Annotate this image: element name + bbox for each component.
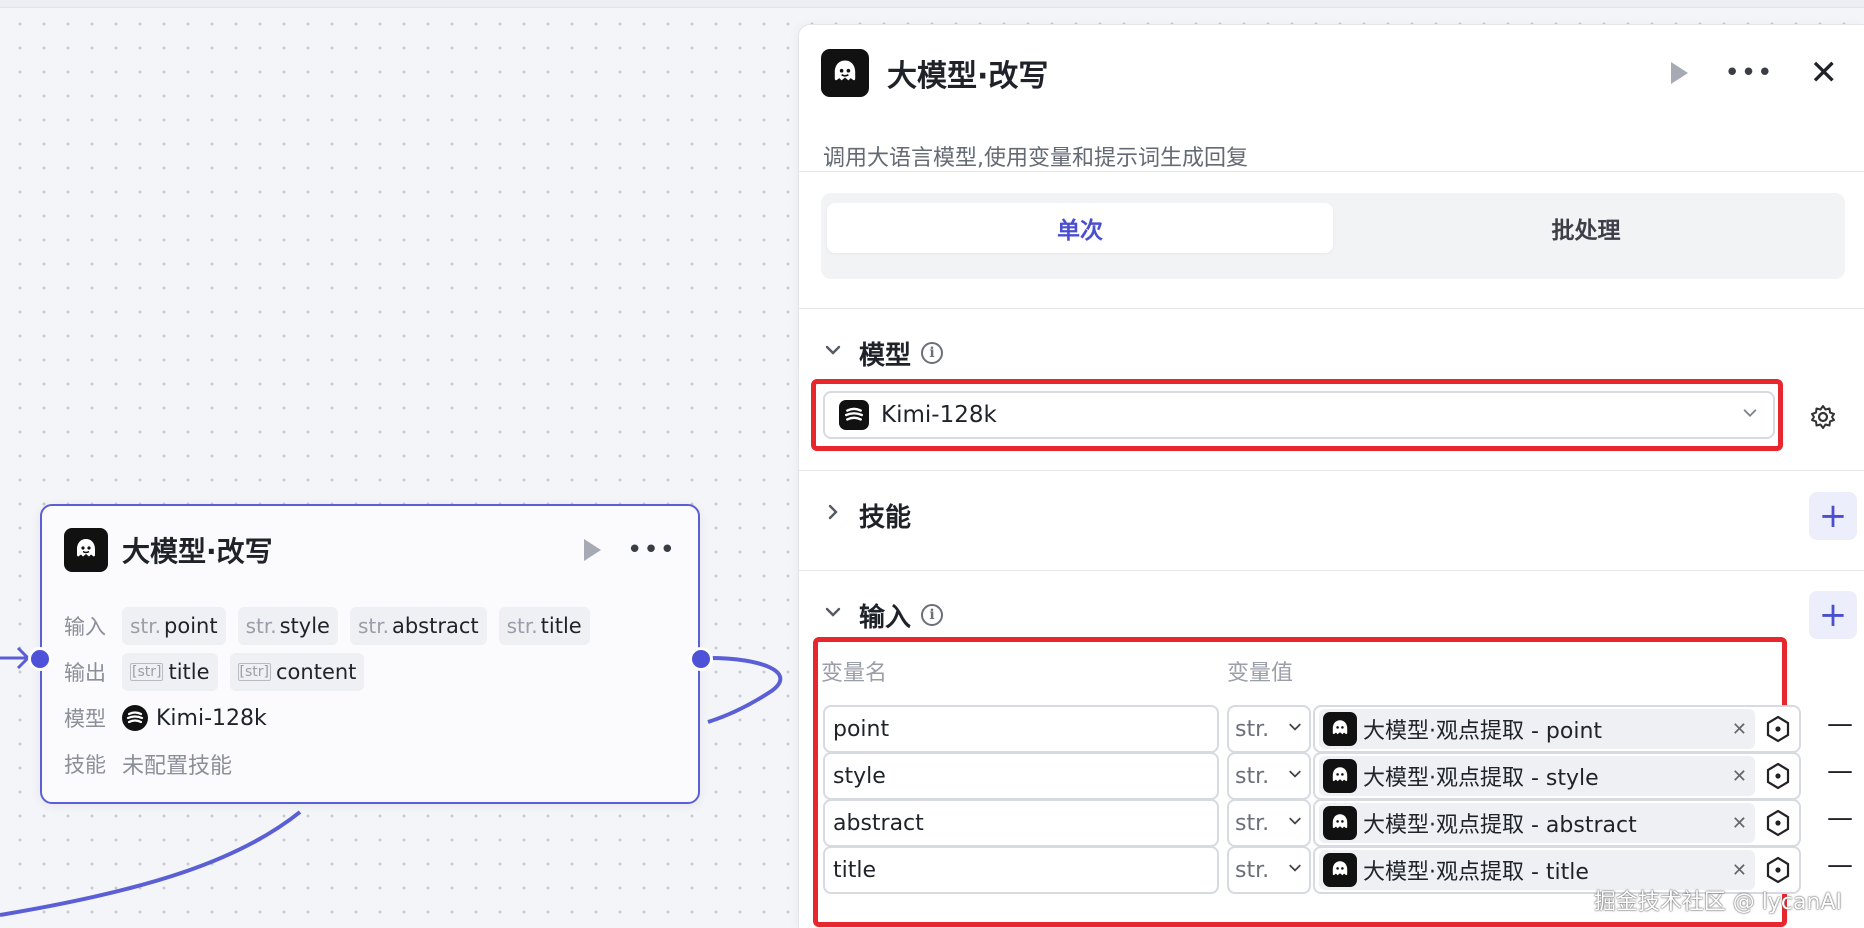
variable-type-select[interactable]: str. xyxy=(1227,799,1311,847)
info-icon[interactable]: i xyxy=(921,604,944,626)
variable-picker-icon[interactable] xyxy=(1763,855,1793,885)
variable-type-select[interactable]: str. xyxy=(1227,752,1311,800)
remove-variable-button[interactable]: — xyxy=(1827,803,1853,833)
model-select-value: Kimi-128k xyxy=(881,402,997,428)
remove-variable-button[interactable]: — xyxy=(1827,850,1853,880)
variable-name-input[interactable]: title xyxy=(823,846,1219,894)
divider xyxy=(799,570,1864,571)
add-input-button[interactable]: + xyxy=(1809,591,1857,639)
panel-more-icon[interactable]: ••• xyxy=(1724,60,1773,86)
llm-ghost-icon xyxy=(1323,712,1357,746)
remove-variable-button[interactable]: — xyxy=(1827,756,1853,786)
panel-description: 调用大语言模型,使用变量和提示词生成回复 xyxy=(823,146,1248,171)
llm-ghost-icon xyxy=(1323,853,1357,887)
variable-name-input[interactable]: abstract xyxy=(823,799,1219,847)
model-settings-gear-icon[interactable] xyxy=(1809,403,1837,435)
kimi-icon xyxy=(122,705,148,731)
panel-run-icon[interactable] xyxy=(1671,62,1689,84)
column-header-value: 变量值 xyxy=(1227,661,1294,686)
node-header: 大模型·改写 ••• xyxy=(64,528,676,572)
clear-reference-icon[interactable]: ✕ xyxy=(1732,860,1747,881)
info-icon[interactable]: i xyxy=(921,342,944,364)
panel-header: 大模型·改写 ••• ✕ xyxy=(821,49,1844,97)
close-icon[interactable]: ✕ xyxy=(1810,56,1839,90)
node-run-icon[interactable] xyxy=(583,539,601,561)
remove-variable-button[interactable]: — xyxy=(1827,709,1853,739)
column-header-name: 变量名 xyxy=(821,661,888,686)
chevron-down-icon xyxy=(1741,404,1759,427)
node-skill-value: 未配置技能 xyxy=(122,754,233,779)
variable-row: point str. 大模型·观点提取 - point ✕ — xyxy=(823,705,1853,753)
reference-text: 大模型·观点提取 - point xyxy=(1363,719,1603,744)
variable-reference-field[interactable]: 大模型·观点提取 - abstract ✕ xyxy=(1313,799,1801,847)
variable-picker-icon[interactable] xyxy=(1763,714,1793,744)
skill-label: 技能 xyxy=(64,753,106,777)
llm-ghost-icon xyxy=(1323,759,1357,793)
reference-chip: 大模型·观点提取 - style ✕ xyxy=(1319,756,1755,796)
divider xyxy=(799,308,1864,309)
node-outputs-row: 输出 [str] title [str] content xyxy=(64,652,376,692)
reference-text: 大模型·观点提取 - title xyxy=(1363,860,1589,885)
variable-row: abstract str. 大模型·观点提取 - abstract ✕ — xyxy=(823,799,1853,847)
node-skill-row: 技能 未配置技能 xyxy=(64,744,232,784)
reference-text: 大模型·观点提取 - style xyxy=(1363,766,1599,791)
input-tag: str. title xyxy=(498,607,590,645)
chevron-right-icon[interactable] xyxy=(823,502,853,528)
divider xyxy=(799,470,1864,471)
clear-reference-icon[interactable]: ✕ xyxy=(1732,719,1747,740)
variable-reference-field[interactable]: 大模型·观点提取 - style ✕ xyxy=(1313,752,1801,800)
watermark: 掘金技术社区 @ lycanAI xyxy=(1593,890,1842,915)
input-tag: str. abstract xyxy=(349,607,487,645)
outputs-label: 输出 xyxy=(64,661,106,685)
divider xyxy=(799,171,1864,172)
variable-row: style str. 大模型·观点提取 - style ✕ — xyxy=(823,752,1853,800)
variable-picker-icon[interactable] xyxy=(1763,808,1793,838)
panel-title: 大模型·改写 xyxy=(887,59,1049,94)
node-more-icon[interactable]: ••• xyxy=(627,537,676,563)
add-skill-button[interactable]: + xyxy=(1809,492,1857,540)
chevron-down-icon[interactable] xyxy=(823,602,853,628)
node-input-port[interactable] xyxy=(28,647,52,671)
input-section-title: 输入 xyxy=(859,602,912,633)
output-tag: [str] content xyxy=(229,653,365,691)
model-label: 模型 xyxy=(64,707,106,731)
llm-ghost-icon xyxy=(1323,806,1357,840)
run-mode-tabs: 单次 批处理 xyxy=(821,193,1845,279)
variable-name-input[interactable]: style xyxy=(823,752,1219,800)
output-tag: [str] title xyxy=(122,653,218,691)
tab-batch[interactable]: 批处理 xyxy=(1333,203,1839,253)
llm-ghost-icon xyxy=(821,49,869,97)
model-section-title: 模型 xyxy=(859,340,912,371)
reference-text: 大模型·观点提取 - abstract xyxy=(1363,813,1637,838)
reference-chip: 大模型·观点提取 - point ✕ xyxy=(1319,709,1755,749)
model-section-header[interactable]: 模型 i xyxy=(823,333,944,373)
node-config-panel: 大模型·改写 ••• ✕ 调用大语言模型,使用变量和提示词生成回复 单次 批处理… xyxy=(798,24,1864,928)
llm-node-card[interactable]: 大模型·改写 ••• 输入 str. point str. style str. ab… xyxy=(28,504,713,804)
node-model-name: Kimi-128k xyxy=(156,705,267,731)
clear-reference-icon[interactable]: ✕ xyxy=(1732,766,1747,787)
variable-reference-field[interactable]: 大模型·观点提取 - point ✕ xyxy=(1313,705,1801,753)
variable-picker-icon[interactable] xyxy=(1763,761,1793,791)
chevron-down-icon[interactable] xyxy=(823,340,853,366)
clear-reference-icon[interactable]: ✕ xyxy=(1732,813,1747,834)
input-tag: str. style xyxy=(237,607,338,645)
reference-chip: 大模型·观点提取 - abstract ✕ xyxy=(1319,803,1755,843)
skills-section-title: 技能 xyxy=(859,502,912,533)
model-select[interactable]: Kimi-128k xyxy=(823,391,1775,439)
node-model-row: 模型 Kimi-128k xyxy=(64,698,267,738)
llm-ghost-icon xyxy=(64,528,108,572)
inputs-label: 输入 xyxy=(64,615,106,639)
node-inputs-row: 输入 str. point str. style str. abstract str.… xyxy=(64,606,602,646)
kimi-icon xyxy=(839,400,869,430)
variable-type-select[interactable]: str. xyxy=(1227,705,1311,753)
node-output-port[interactable] xyxy=(689,647,713,671)
tab-single[interactable]: 单次 xyxy=(827,203,1333,253)
variable-name-input[interactable]: point xyxy=(823,705,1219,753)
input-tag: str. point xyxy=(122,607,226,645)
skills-section-header[interactable]: 技能 xyxy=(823,495,911,535)
input-section-header[interactable]: 输入 i xyxy=(823,595,944,635)
variable-type-select[interactable]: str. xyxy=(1227,846,1311,894)
node-title: 大模型·改写 xyxy=(122,535,273,568)
